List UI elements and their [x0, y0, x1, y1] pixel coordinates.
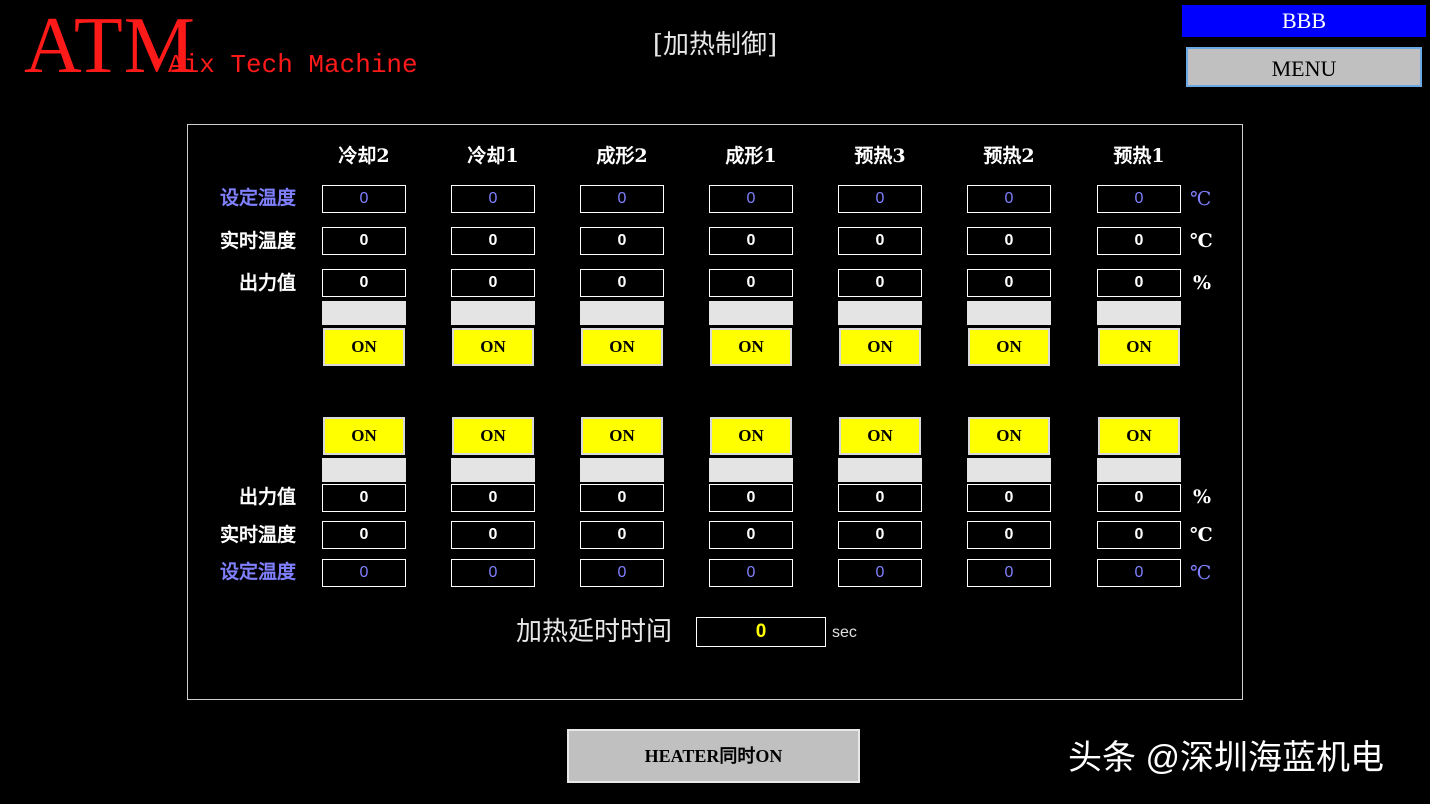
upper-output-bar-forming-2	[580, 301, 664, 325]
upper-switch-button-forming-2[interactable]: ON	[581, 328, 663, 366]
lower-set-temp-input-cooling-2[interactable]: 0	[322, 559, 406, 587]
column-header-forming-2: 成形2	[596, 145, 648, 167]
upper-switch-button-cooling-1[interactable]: ON	[452, 328, 534, 366]
lower-output-bar-preheat-3	[838, 458, 922, 482]
lower-switch-button-cooling-2[interactable]: ON	[323, 417, 405, 455]
lower-actual-temp-label: 实时温度	[219, 524, 296, 546]
lower-output-bar-forming-2	[580, 458, 664, 482]
upper-set-temp-input-cooling-2[interactable]: 0	[322, 185, 406, 213]
lower-output-bar-cooling-2	[322, 458, 406, 482]
lower-set-temp-input-preheat-2[interactable]: 0	[967, 559, 1051, 587]
lower-set-temp-input-forming-1[interactable]: 0	[709, 559, 793, 587]
upper-output-label: 出力值	[238, 272, 296, 294]
upper-output-bar-preheat-3	[838, 301, 922, 325]
upper-output-value-forming-2: 0	[580, 269, 664, 297]
lower-switch-button-forming-1[interactable]: ON	[710, 417, 792, 455]
lower-output-value-cooling-1: 0	[451, 484, 535, 512]
lower-set-temp-label: 设定温度	[219, 561, 296, 583]
upper-output-bar-preheat-1	[1097, 301, 1181, 325]
lower-output-value-cooling-2: 0	[322, 484, 406, 512]
lower-switch-button-forming-2[interactable]: ON	[581, 417, 663, 455]
upper-output-bar-cooling-2	[322, 301, 406, 325]
lower-output-bar-cooling-1	[451, 458, 535, 482]
lower-actual-temp-value-preheat-1: 0	[1097, 521, 1181, 549]
upper-actual-temp-value-preheat-3: 0	[838, 227, 922, 255]
upper-actual-temp-unit: ℃	[1190, 230, 1213, 252]
lower-output-value-forming-1: 0	[709, 484, 793, 512]
lower-set-temp-input-forming-2[interactable]: 0	[580, 559, 664, 587]
column-header-preheat-2: 预热2	[983, 145, 1035, 167]
upper-switch-button-preheat-3[interactable]: ON	[839, 328, 921, 366]
column-header-cooling-2: 冷却2	[338, 145, 390, 167]
upper-actual-temp-value-cooling-1: 0	[451, 227, 535, 255]
upper-actual-temp-value-preheat-2: 0	[967, 227, 1051, 255]
lower-switch-button-preheat-3[interactable]: ON	[839, 417, 921, 455]
watermark: 头条 @深圳海蓝机电	[1068, 739, 1384, 777]
column-header-preheat-3: 预热3	[854, 145, 906, 167]
upper-output-value-preheat-3: 0	[838, 269, 922, 297]
lower-actual-temp-value-preheat-2: 0	[967, 521, 1051, 549]
lower-output-value-preheat-2: 0	[967, 484, 1051, 512]
lower-actual-temp-value-forming-1: 0	[709, 521, 793, 549]
upper-output-value-cooling-1: 0	[451, 269, 535, 297]
lower-output-bar-preheat-2	[967, 458, 1051, 482]
upper-output-bar-forming-1	[709, 301, 793, 325]
upper-switch-button-preheat-2[interactable]: ON	[968, 328, 1050, 366]
upper-actual-temp-value-cooling-2: 0	[322, 227, 406, 255]
upper-output-unit: %	[1193, 272, 1212, 294]
upper-switch-button-preheat-1[interactable]: ON	[1098, 328, 1180, 366]
lower-output-label: 出力值	[238, 486, 296, 508]
lower-actual-temp-value-forming-2: 0	[580, 521, 664, 549]
delay-time-input[interactable]: 0	[696, 617, 826, 647]
page-title: [加热制御]	[652, 30, 778, 60]
menu-button[interactable]: MENU	[1186, 47, 1422, 87]
upper-set-temp-input-forming-2[interactable]: 0	[580, 185, 664, 213]
lower-set-temp-input-preheat-3[interactable]: 0	[838, 559, 922, 587]
upper-set-temp-input-cooling-1[interactable]: 0	[451, 185, 535, 213]
upper-set-temp-input-forming-1[interactable]: 0	[709, 185, 793, 213]
upper-set-temp-label: 设定温度	[219, 187, 296, 209]
upper-output-value-cooling-2: 0	[322, 269, 406, 297]
lower-output-bar-preheat-1	[1097, 458, 1181, 482]
upper-set-temp-input-preheat-3[interactable]: 0	[838, 185, 922, 213]
lower-switch-button-preheat-2[interactable]: ON	[968, 417, 1050, 455]
upper-actual-temp-value-forming-2: 0	[580, 227, 664, 255]
lower-actual-temp-value-cooling-1: 0	[451, 521, 535, 549]
upper-set-temp-unit: ℃	[1190, 188, 1212, 210]
delay-unit: sec	[832, 624, 857, 641]
upper-actual-temp-label: 实时温度	[219, 230, 296, 252]
upper-actual-temp-value-preheat-1: 0	[1097, 227, 1181, 255]
lower-output-value-preheat-3: 0	[838, 484, 922, 512]
upper-actual-temp-value-forming-1: 0	[709, 227, 793, 255]
lower-actual-temp-unit: ℃	[1190, 524, 1213, 546]
heater-all-on-button[interactable]: HEATER同时ON	[567, 729, 860, 783]
lower-output-unit: %	[1193, 486, 1212, 508]
column-header-forming-1: 成形1	[725, 145, 777, 167]
lower-output-bar-forming-1	[709, 458, 793, 482]
upper-output-value-preheat-2: 0	[967, 269, 1051, 297]
lower-switch-button-cooling-1[interactable]: ON	[452, 417, 534, 455]
lower-output-value-forming-2: 0	[580, 484, 664, 512]
status-badge: BBB	[1182, 5, 1426, 37]
upper-set-temp-input-preheat-2[interactable]: 0	[967, 185, 1051, 213]
logo-subtitle: Aix Tech Machine	[168, 50, 418, 80]
lower-actual-temp-value-preheat-3: 0	[838, 521, 922, 549]
lower-set-temp-unit: ℃	[1190, 562, 1212, 584]
upper-output-bar-cooling-1	[451, 301, 535, 325]
lower-output-value-preheat-1: 0	[1097, 484, 1181, 512]
delay-label: 加热延时时间	[516, 617, 673, 647]
lower-switch-button-preheat-1[interactable]: ON	[1098, 417, 1180, 455]
upper-output-bar-preheat-2	[967, 301, 1051, 325]
upper-switch-button-forming-1[interactable]: ON	[710, 328, 792, 366]
upper-set-temp-input-preheat-1[interactable]: 0	[1097, 185, 1181, 213]
upper-switch-button-cooling-2[interactable]: ON	[323, 328, 405, 366]
lower-set-temp-input-preheat-1[interactable]: 0	[1097, 559, 1181, 587]
upper-output-value-preheat-1: 0	[1097, 269, 1181, 297]
lower-set-temp-input-cooling-1[interactable]: 0	[451, 559, 535, 587]
lower-actual-temp-value-cooling-2: 0	[322, 521, 406, 549]
upper-output-value-forming-1: 0	[709, 269, 793, 297]
column-header-cooling-1: 冷却1	[467, 145, 519, 167]
column-header-preheat-1: 预热1	[1113, 145, 1165, 167]
